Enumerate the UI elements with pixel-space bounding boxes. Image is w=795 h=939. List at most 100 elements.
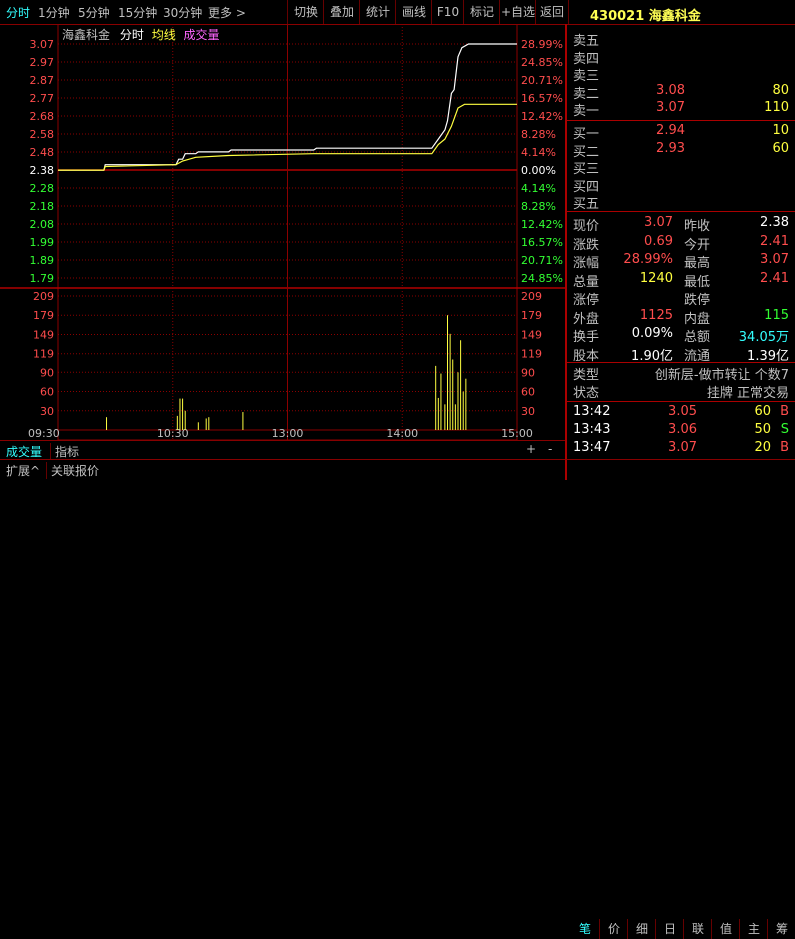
f10-button[interactable]: F10 [431,0,464,24]
quote-value: 0.09% [631,326,673,341]
period-tab-15min[interactable]: 15分钟 [118,4,157,21]
quote-label: 涨跌 [573,237,600,253]
ask-label: 卖三 [573,69,600,84]
tab-indicator[interactable]: 指标 [50,443,79,460]
bid-price: 2.93 [656,140,685,156]
quote-value: 1.90亿 [631,348,673,364]
quote-label: 外盘 [573,311,600,327]
quote-value: 115 [764,307,789,323]
chart-header: 海鑫科金 分时 均线 成交量 [62,26,220,43]
tick-time: 13:47 [573,440,611,455]
period-more-button[interactable]: 更多 > [208,4,246,21]
bid-row[interactable]: 买四 [573,176,795,195]
expand-tab[interactable]: 扩展^ [6,462,40,479]
bid-label: 买五 [573,197,600,212]
panel-tab-chips[interactable]: 筹 [767,919,795,939]
chart-mode-label: 分时 [119,28,144,42]
zoom-in-button[interactable]: + [526,442,536,456]
bid-volume: 10 [772,123,789,138]
intraday-chart[interactable]: 3.07 28.99% 2.97 24.85% 2.87 20.71% 2.77 16.57%… [0,23,565,441]
mark-button[interactable]: 标记 [463,0,500,24]
tick-price: 3.07 [668,440,697,455]
bid-label: 买三 [573,162,600,177]
quote-value: 28.99% [623,252,673,267]
info-label: 状态 [573,386,600,401]
panel-tab-linked[interactable]: 联 [683,919,712,939]
tick-volume: 20 [754,440,771,455]
quote-label: 跌停 [684,293,711,308]
bid-label: 买四 [573,179,600,195]
panel-tab-detail[interactable]: 细 [627,919,656,939]
price-tick-label: 2.58 [30,128,55,141]
pct-tick-label: 28.99% [521,38,563,51]
quote-value: 34.05万 [738,330,789,345]
quote-value: 3.07 [644,215,673,230]
overlay-button[interactable]: 叠加 [323,0,360,24]
bid-row[interactable]: 买一 2.94 10 [573,123,795,142]
pct-tick-label: 12.42% [521,218,563,231]
volume-tick-label-right: 30 [521,405,535,418]
time-tick-label: 14:00 [386,427,418,440]
stats-button[interactable]: 统计 [359,0,396,24]
draw-line-button[interactable]: 画线 [395,0,432,24]
quote-row: 涨跌 0.69 今开 2.41 [573,233,795,253]
switch-button[interactable]: 切换 [287,0,324,24]
panel-tab-price[interactable]: 价 [599,919,628,939]
panel-tab-daily[interactable]: 日 [655,919,684,939]
price-tick-label: 3.07 [30,38,55,51]
chart-avg-label: 均线 [151,28,176,42]
volume-tick-label: 209 [33,290,54,303]
ask-volume: 110 [764,100,789,115]
panel-tab-main[interactable]: 主 [739,919,768,939]
ticks-separator [567,401,795,402]
tab-volume[interactable]: 成交量 [6,443,42,460]
bid-row[interactable]: 买五 [573,193,795,212]
volume-tick-label: 149 [33,328,54,341]
price-tick-label: 1.99 [30,236,55,249]
quote-label: 最高 [684,256,711,271]
panel-tab-trades[interactable]: 笔 [571,919,599,939]
related-quotes-tab[interactable]: 关联报价 [46,462,99,479]
quote-row: 外盘 1125 内盘 115 [573,307,795,327]
bid-volume: 60 [772,140,789,156]
back-button[interactable]: 返回 [535,0,569,24]
bid-row[interactable]: 买二 2.93 60 [573,140,795,160]
quote-value: 1.39亿 [747,348,789,364]
quote-label: 流通 [684,348,711,364]
quote-row: 总量 1240 最低 2.41 [573,271,795,290]
panel-tab-value[interactable]: 值 [711,919,740,939]
price-tick-label: 1.79 [30,272,55,285]
panel-tab-bar: 笔 价 细 日 联 值 主 筹 [565,459,795,939]
pct-tick-label: 16.57% [521,92,563,105]
info-value: 创新层-做市转让 个数7 [654,368,789,383]
bid-row[interactable]: 买三 [573,158,795,177]
chart-volume-label: 成交量 [183,28,220,42]
ask-row[interactable]: 卖四 [573,48,795,67]
period-tab-fenshi[interactable]: 分时 [6,4,30,21]
ask-label: 卖一 [573,104,600,119]
quote-row: 涨停 跌停 [573,289,795,308]
price-tick-label: 2.68 [30,110,55,123]
orderbook-separator [567,120,795,121]
pct-tick-label: 16.57% [521,236,563,249]
period-tab-5min[interactable]: 5分钟 [78,4,110,21]
tick-side: B [780,440,789,455]
price-tick-label: 2.38 [30,164,55,177]
add-watchlist-button[interactable]: +自选 [499,0,536,24]
indicator-tab-bar: 成交量 指标 + - [0,440,565,460]
ask-row[interactable]: 卖一 3.07 110 [573,100,795,119]
quote-value: 2.41 [760,233,789,249]
ask-label: 卖二 [573,86,600,102]
period-tab-30min[interactable]: 30分钟 [163,4,202,21]
ask-row[interactable]: 卖五 [573,30,795,49]
pct-tick-label: 20.71% [521,74,563,87]
quote-value: 0.69 [644,233,673,249]
chart-svg: 3.07 28.99% 2.97 24.85% 2.87 20.71% 2.77 16.57%… [0,23,565,441]
tick-side: S [780,422,789,437]
ask-row[interactable]: 卖二 3.08 80 [573,83,795,102]
ask-row[interactable]: 卖三 [573,65,795,84]
time-tick-label: 10:30 [157,427,189,440]
pct-tick-label: 8.28% [521,128,556,141]
period-tab-1min[interactable]: 1分钟 [38,4,70,21]
zoom-out-button[interactable]: - [548,442,552,456]
